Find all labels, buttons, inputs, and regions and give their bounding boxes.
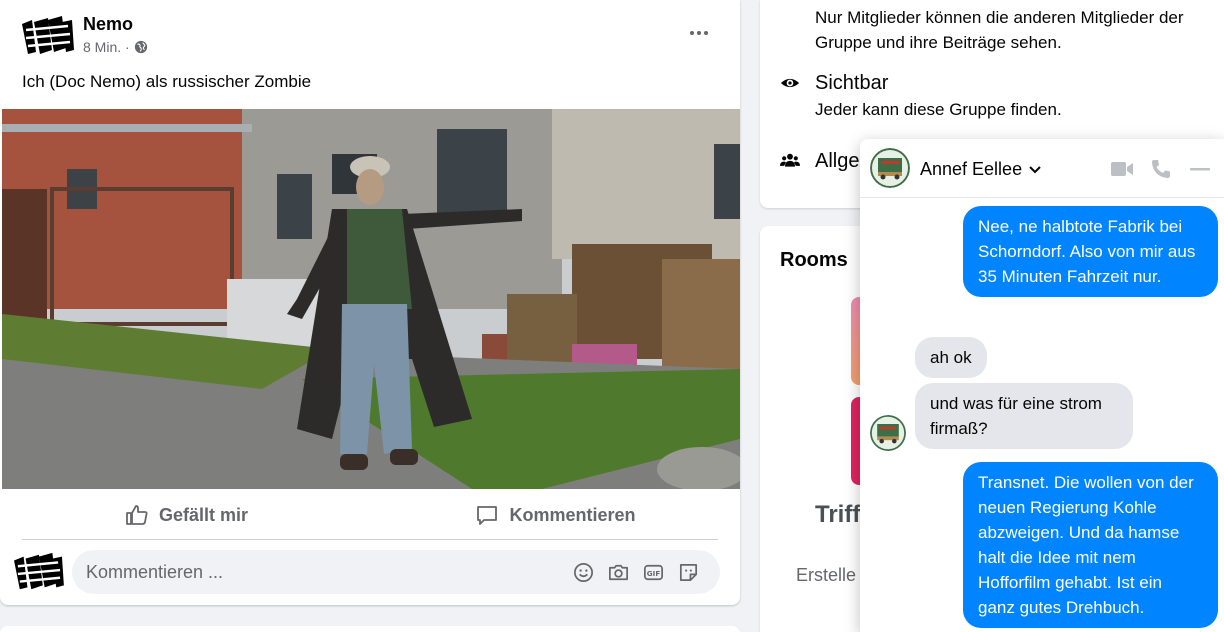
globe-icon — [134, 40, 147, 54]
svg-text:GIF: GIF — [647, 568, 661, 577]
contact-avatar-small[interactable] — [870, 415, 906, 451]
post-actions: Gefällt mir Kommentieren — [2, 495, 740, 535]
general-title: Allge — [815, 150, 860, 172]
chat-message: und was für eine strom firmaß? — [915, 383, 1133, 449]
visibility-desc: Jeder kann diese Gruppe finden. — [815, 100, 1062, 119]
camera-icon[interactable] — [607, 561, 630, 584]
chat-message: ah ok — [915, 337, 987, 378]
gif-icon[interactable]: GIF — [642, 561, 665, 584]
post-meta: 8 Min. · — [83, 39, 148, 55]
minimize-icon[interactable] — [1188, 158, 1212, 180]
commenter-avatar[interactable] — [10, 549, 66, 595]
contact-name: Annef Eellee — [920, 159, 1023, 179]
eye-icon — [780, 78, 800, 88]
post-photo[interactable] — [2, 109, 740, 489]
phone-icon[interactable] — [1149, 158, 1173, 180]
comment-box: GIF — [72, 550, 720, 594]
more-icon[interactable] — [684, 18, 714, 48]
sticker-icon[interactable] — [677, 561, 700, 584]
post-card: Nemo 8 Min. · Ich (Doc Nemo) als russisc… — [0, 0, 740, 605]
contact-avatar[interactable] — [870, 148, 910, 188]
video-call-icon[interactable] — [1110, 158, 1134, 180]
chat-message: Transnet. Die wollen von der neuen Regie… — [963, 462, 1218, 628]
chat-message: Nee, ne halbtote Fabrik bei Schorndorf. … — [963, 206, 1218, 297]
chat-header: Annef Eellee — [860, 139, 1224, 198]
rooms-promo-title: Triff — [815, 501, 861, 528]
chat-window: Annef Eellee Nee, ne halbtote Fabrik bei… — [860, 139, 1224, 632]
post-text: Ich (Doc Nemo) als russischer Zombie — [22, 72, 312, 91]
group-icon — [780, 153, 800, 167]
comment-icon — [477, 506, 498, 525]
like-button[interactable]: Gefällt mir — [2, 495, 371, 535]
post-author-name[interactable]: Nemo — [83, 14, 133, 35]
like-label: Gefällt mir — [158, 504, 249, 525]
comment-tools: GIF — [572, 561, 720, 584]
rooms-promo-text: Erstelle — [796, 565, 857, 585]
chevron-down-icon — [1029, 165, 1041, 173]
next-post-card — [0, 626, 740, 632]
comment-input[interactable] — [86, 561, 572, 583]
contact-name-button[interactable]: Annef Eellee — [920, 159, 1042, 180]
members-privacy-desc: Nur Mitglieder können die anderen Mitgli… — [815, 8, 1184, 52]
emoji-icon[interactable] — [572, 561, 595, 584]
visibility-title: Sichtbar — [815, 72, 889, 94]
like-icon — [126, 505, 148, 525]
post-time[interactable]: 8 Min. · — [83, 39, 130, 55]
post-divider — [22, 539, 718, 540]
comment-button[interactable]: Kommentieren — [371, 495, 740, 535]
comment-label: Kommentieren — [509, 504, 636, 525]
author-avatar[interactable] — [18, 12, 76, 60]
rooms-title: Rooms — [780, 249, 848, 271]
